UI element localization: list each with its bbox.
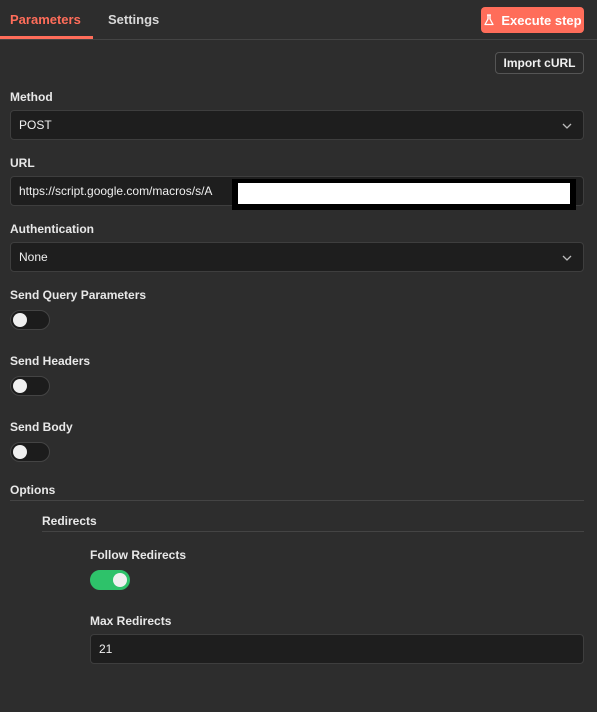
send-headers-toggle[interactable] (10, 376, 50, 396)
toggle-knob (13, 379, 27, 393)
method-value: POST (19, 118, 52, 132)
redirects-divider (42, 531, 584, 532)
toggle-knob (13, 445, 27, 459)
method-select[interactable]: POST (10, 110, 584, 140)
chevron-down-icon (562, 123, 572, 129)
flask-icon (484, 14, 495, 26)
execute-step-button[interactable]: Execute step (481, 7, 584, 33)
send-query-toggle[interactable] (10, 310, 50, 330)
send-headers-label: Send Headers (10, 354, 91, 368)
follow-redirects-toggle[interactable] (90, 570, 130, 590)
tab-settings[interactable]: Settings (108, 12, 159, 27)
toggle-knob (113, 573, 127, 587)
active-tab-indicator (0, 36, 93, 39)
method-label: Method (10, 90, 53, 104)
send-query-label: Send Query Parameters (10, 288, 147, 302)
execute-step-label: Execute step (501, 12, 582, 28)
send-body-label: Send Body (10, 420, 73, 434)
options-divider (10, 500, 584, 501)
send-body-toggle[interactable] (10, 442, 50, 462)
max-redirects-value: 21 (99, 642, 113, 656)
authentication-select[interactable]: None (10, 242, 584, 272)
chevron-down-icon (562, 255, 572, 261)
max-redirects-label: Max Redirects (90, 614, 172, 628)
authentication-value: None (19, 250, 48, 264)
redaction-fill (238, 183, 570, 204)
redirects-heading: Redirects (42, 514, 97, 528)
authentication-label: Authentication (10, 222, 94, 236)
toggle-knob (13, 313, 27, 327)
options-heading: Options (10, 483, 56, 497)
tab-parameters[interactable]: Parameters (10, 12, 81, 27)
url-label: URL (10, 156, 35, 170)
max-redirects-input[interactable]: 21 (90, 634, 584, 664)
url-value: https://script.google.com/macros/s/A (19, 184, 213, 198)
follow-redirects-label: Follow Redirects (90, 548, 187, 562)
import-curl-button[interactable]: Import cURL (495, 52, 584, 74)
